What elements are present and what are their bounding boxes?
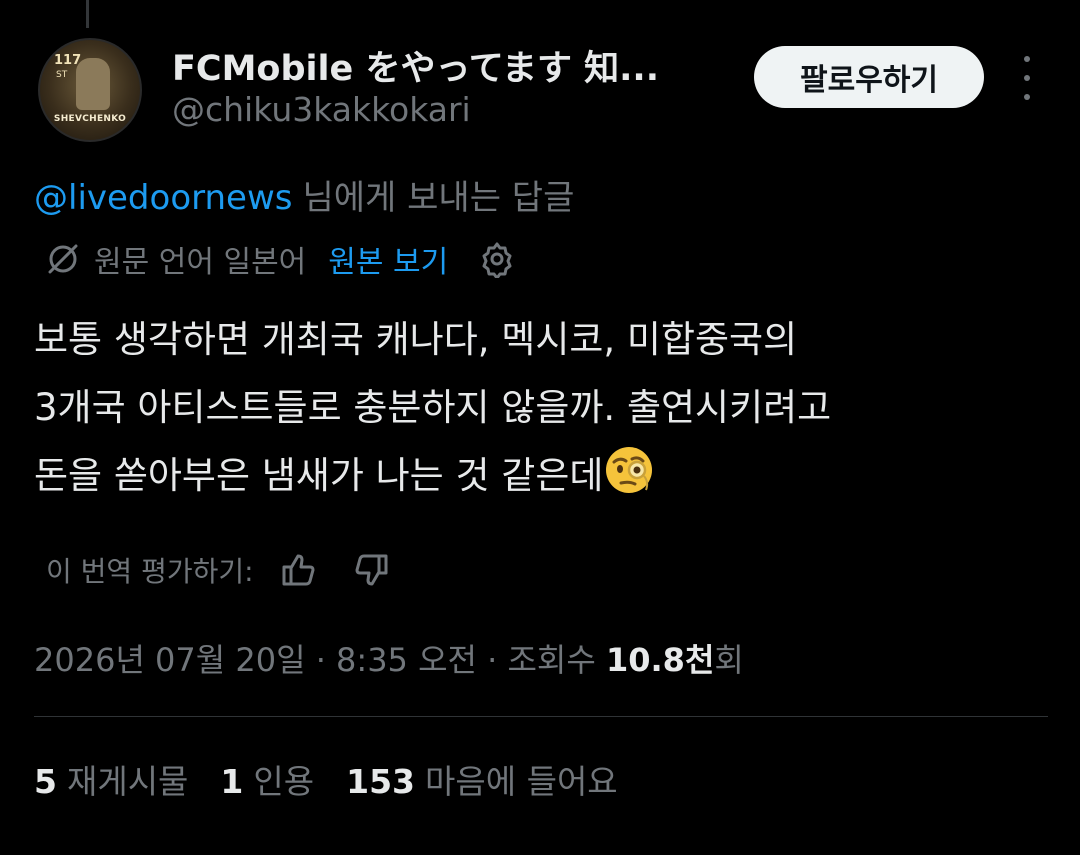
timestamp[interactable]: 2026년 07월 20일 · 8:35 오전 · 조회수 [34,641,606,679]
reposts-stat[interactable]: 5 재게시물 [34,755,188,803]
original-language-label: 원문 언어 일본어 [94,245,307,280]
tweet-body-line: 3개국 아티스트들로 충분하지 않을까. 출연시키려고 [34,386,832,429]
divider [34,716,1048,717]
reposts-label: 재게시물 [66,762,189,801]
tweet-header: 117 ST SHEVCHENKO FCMobile をやってます 知... @… [38,38,1058,142]
gear-icon[interactable] [478,240,516,278]
engagement-stats: 5 재게시물 1 인용 153 마음에 들어요 [34,755,650,803]
thread-line [86,0,89,28]
tweet-body-line: 보통 생각하면 개최국 캐나다, 멕시코, 미합중국의 [34,318,798,361]
reposts-count: 5 [34,762,57,801]
more-dot [1024,56,1030,62]
likes-label: 마음에 들어요 [425,762,618,801]
avatar-position: ST [56,70,68,80]
quotes-stat[interactable]: 1 인용 [220,755,314,803]
avatar[interactable]: 117 ST SHEVCHENKO [38,38,142,142]
show-original-link[interactable]: 원본 보기 [328,237,448,281]
view-count-suffix: 회 [714,641,744,679]
reply-mention-link[interactable]: @livedoornews [34,178,293,218]
quotes-label: 인용 [253,762,315,801]
tweet-body: 보통 생각하면 개최국 캐나다, 멕시코, 미합중국의 3개국 아티스트들로 충… [34,306,1044,510]
follow-button[interactable]: 팔로우하기 [754,46,984,108]
globe-slash-icon [48,244,78,274]
rate-translation-label: 이 번역 평가하기: [46,555,254,588]
more-dot [1024,94,1030,100]
reply-context: @livedoornews 님에게 보내는 답글 [34,170,574,219]
quotes-count: 1 [220,762,244,801]
likes-stat[interactable]: 153 마음에 들어요 [346,755,618,803]
thumbs-down-icon[interactable] [352,551,390,589]
more-icon[interactable] [1016,56,1038,100]
translation-bar: 원문 언어 일본어 원본 보기 [46,237,516,281]
avatar-player-figure [76,58,110,110]
avatar-player-name: SHEVCHENKO [53,114,127,124]
view-count: 10.8천 [605,641,715,679]
tweet-meta: 2026년 07월 20일 · 8:35 오전 · 조회수 10.8천회 [34,635,744,681]
monocle-face-emoji [606,447,653,493]
user-handle[interactable]: @chiku3kakkokari [172,90,471,129]
thumbs-up-icon[interactable] [280,551,318,589]
more-dot [1024,75,1030,81]
likes-count: 153 [346,762,416,801]
tweet-body-line-text: 돈을 쏟아부은 냄새가 나는 것 같은데 [34,454,604,497]
display-name[interactable]: FCMobile をやってます 知... [172,40,659,91]
translation-rating: 이 번역 평가하기: [46,548,390,592]
tweet-body-line-last: 돈을 쏟아부은 냄새가 나는 것 같은데 [34,442,1044,510]
reply-suffix: 님에게 보내는 답글 [302,178,575,218]
